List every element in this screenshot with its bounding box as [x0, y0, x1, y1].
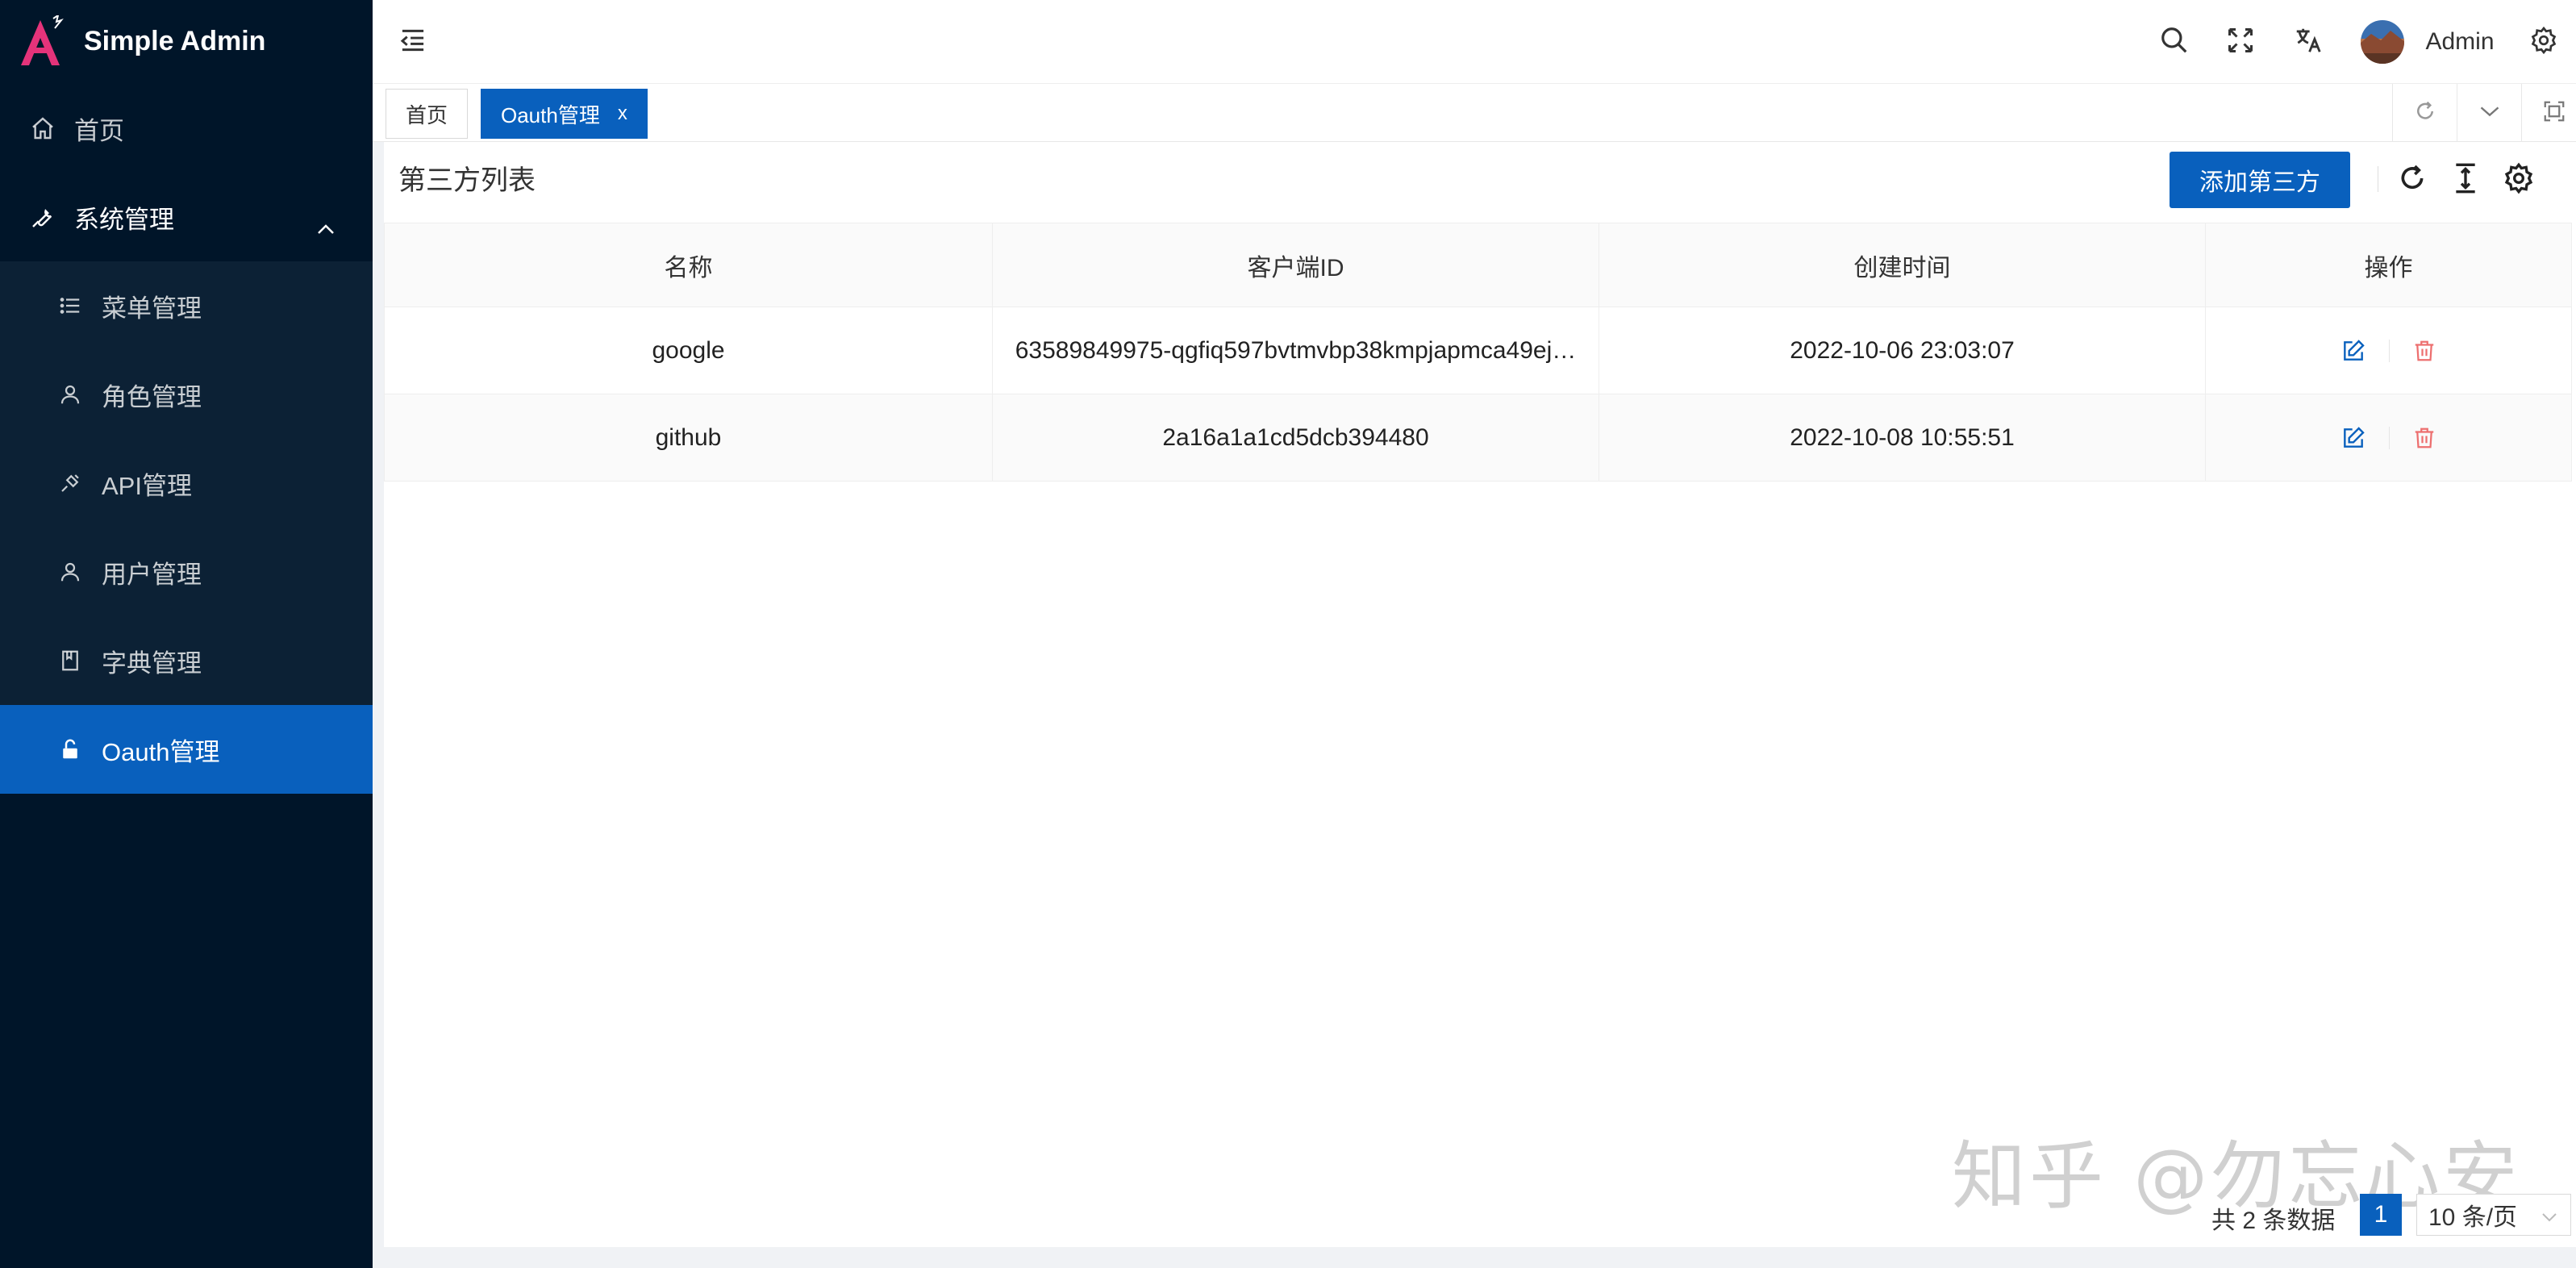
sidebar-item-api[interactable]: API管理	[0, 439, 373, 528]
home-icon	[29, 115, 56, 142]
sidebar-item-oauth[interactable]: Oauth管理	[0, 705, 373, 794]
sidebar-item-role[interactable]: 角色管理	[0, 350, 373, 439]
cell-created: 2022-10-06 23:03:07	[1599, 307, 2206, 394]
translate-icon	[2293, 25, 2324, 60]
footer-strip	[373, 1247, 2576, 1268]
divider	[2389, 340, 2390, 362]
cell-client-id: 2a16a1a1cd5dcb394480	[993, 394, 1599, 482]
edit-icon[interactable]	[2340, 338, 2366, 364]
sidebar-item-system[interactable]: 系统管理	[0, 173, 373, 261]
sidebar-item-label: 首页	[74, 111, 124, 147]
tab-label: 首页	[406, 99, 448, 129]
column-settings-button[interactable]	[2499, 160, 2539, 200]
page-size-select[interactable]: 10 条/页	[2416, 1194, 2571, 1236]
sidebar-item-label: API管理	[102, 465, 192, 502]
sidebar-item-label: 菜单管理	[102, 288, 202, 324]
gear-icon	[2503, 162, 2535, 198]
gear-icon	[2529, 26, 2558, 59]
user-icon	[56, 558, 84, 586]
user-name[interactable]: Admin	[2420, 0, 2500, 84]
cell-actions	[2206, 307, 2572, 394]
search-icon	[2159, 25, 2190, 60]
search-button[interactable]	[2149, 0, 2200, 84]
avatar[interactable]	[2358, 0, 2407, 84]
language-button[interactable]	[2282, 0, 2334, 84]
tab-label: Oauth管理	[501, 99, 600, 129]
delete-icon[interactable]	[2412, 338, 2436, 364]
pagination-page-1[interactable]: 1	[2360, 1194, 2402, 1236]
list-icon	[56, 292, 84, 319]
settings-button[interactable]	[2521, 0, 2566, 84]
logo[interactable]: Simple Admin	[0, 0, 373, 82]
tool-icon	[29, 203, 56, 231]
page-size-value: 10 条/页	[2428, 1197, 2517, 1233]
tab-dropdown-button[interactable]	[2457, 84, 2521, 142]
fullscreen-icon	[2226, 26, 2255, 59]
sidebar-item-user[interactable]: 用户管理	[0, 528, 373, 616]
app-title: Simple Admin	[84, 26, 265, 57]
divider	[2389, 427, 2390, 449]
column-height-icon	[2449, 162, 2482, 198]
sidebar-item-label: 角色管理	[102, 377, 202, 413]
column-header-name[interactable]: 名称	[385, 223, 993, 307]
user-icon	[56, 381, 84, 408]
tab-maximize-button[interactable]	[2521, 84, 2576, 142]
close-icon[interactable]: x	[618, 102, 627, 125]
logo-icon	[18, 15, 65, 67]
table-row: github 2a16a1a1cd5dcb394480 2022-10-08 1…	[385, 394, 2572, 482]
oauth-table: 名称 客户端ID 创建时间 操作 google 63589849975-qgfi…	[384, 223, 2572, 482]
lock-icon	[56, 736, 84, 763]
api-icon	[56, 469, 84, 497]
chevron-up-icon	[316, 212, 336, 241]
expand-icon	[2542, 99, 2566, 127]
book-icon	[56, 647, 84, 674]
table-row: google 63589849975-qgfiq597bvtmvbp38kmpj…	[385, 307, 2572, 394]
tabs-bar: 首页 Oauth管理 x	[373, 84, 2576, 142]
table-refresh-button[interactable]	[2392, 160, 2432, 200]
cell-client-id: 63589849975-qgfiq597bvtmvbp38kmpjapmca49…	[993, 307, 1599, 394]
menu-fold-icon	[398, 27, 427, 57]
delete-icon[interactable]	[2412, 425, 2436, 451]
sidebar-item-label: 字典管理	[102, 643, 202, 679]
chevron-down-icon	[2540, 1206, 2559, 1233]
sidebar-item-label: Oauth管理	[102, 732, 219, 768]
tab-home[interactable]: 首页	[386, 89, 468, 139]
sidebar-item-menu[interactable]: 菜单管理	[0, 261, 373, 350]
pagination-total: 共 2 条数据	[2211, 1200, 2335, 1236]
table-header-row: 名称 客户端ID 创建时间 操作	[385, 223, 2572, 307]
tab-oauth[interactable]: Oauth管理 x	[481, 89, 648, 139]
cell-created: 2022-10-08 10:55:51	[1599, 394, 2206, 482]
sidebar-item-dictionary[interactable]: 字典管理	[0, 616, 373, 705]
menu-fold-button[interactable]	[389, 0, 437, 84]
redo-icon	[2396, 162, 2428, 198]
edit-icon[interactable]	[2340, 425, 2366, 451]
add-third-party-button[interactable]: 添加第三方	[2170, 152, 2350, 208]
tab-refresh-button[interactable]	[2392, 84, 2457, 142]
sidebar: Simple Admin 首页 系统管理 菜单管理 角色管理 API管理	[0, 0, 373, 1268]
page-title: 第三方列表	[398, 158, 536, 198]
main-content: 第三方列表 添加第三方 名称 客户端ID 创建时间 操作	[384, 142, 2576, 1247]
cell-name: github	[385, 394, 993, 482]
column-header-created[interactable]: 创建时间	[1599, 223, 2206, 307]
chevron-down-icon	[2478, 104, 2501, 123]
column-height-button[interactable]	[2445, 160, 2486, 200]
column-header-client-id[interactable]: 客户端ID	[993, 223, 1599, 307]
sidebar-item-label: 系统管理	[74, 199, 174, 236]
top-header: Admin	[373, 0, 2576, 84]
column-header-actions: 操作	[2206, 223, 2572, 307]
redo-icon	[2413, 99, 2437, 127]
cell-actions	[2206, 394, 2572, 482]
sidebar-item-label: 用户管理	[102, 554, 202, 590]
fullscreen-button[interactable]	[2215, 0, 2266, 84]
cell-name: google	[385, 307, 993, 394]
sidebar-item-home[interactable]: 首页	[0, 84, 373, 173]
